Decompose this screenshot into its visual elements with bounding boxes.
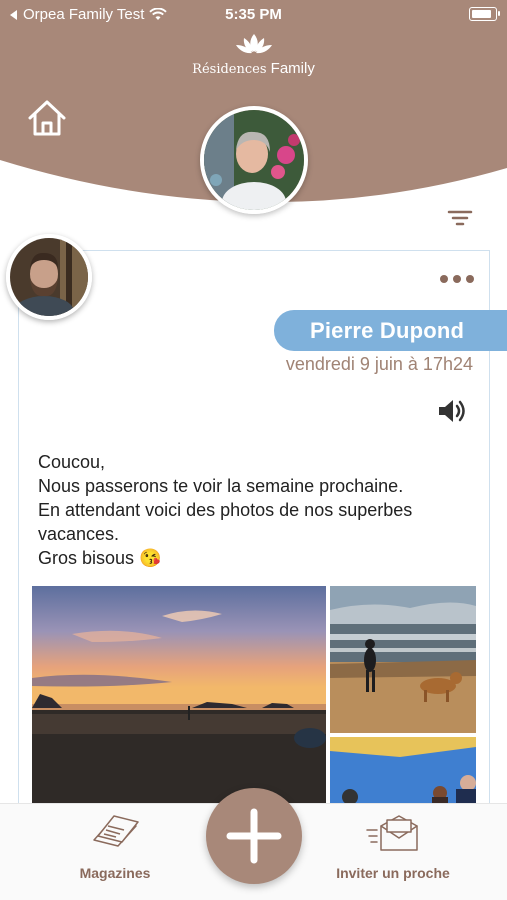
home-icon[interactable]	[26, 98, 68, 138]
author-name: Pierre Dupond	[274, 310, 507, 351]
message-line: Coucou,	[38, 452, 106, 472]
photo-beach-dog[interactable]	[330, 586, 476, 733]
app-logo: Résidences Family	[0, 32, 507, 77]
message-line: Gros bisous	[38, 548, 135, 568]
invite-envelope-icon	[366, 815, 418, 851]
resident-avatar[interactable]	[200, 106, 308, 214]
speaker-icon[interactable]	[436, 396, 470, 426]
tab-magazines-label: Magazines	[79, 865, 151, 881]
photo-sunset[interactable]	[32, 586, 326, 803]
kiss-emoji: 😘	[139, 548, 162, 568]
author-avatar[interactable]	[6, 234, 92, 320]
tab-invite[interactable]: Inviter un proche	[326, 812, 460, 881]
clock: 5:35 PM	[225, 6, 282, 23]
lotus-logo-icon	[235, 34, 272, 54]
post-date: vendredi 9 juin à 17h24	[285, 354, 473, 374]
photo-family[interactable]	[330, 737, 476, 803]
message-line: En attendant voici des photos de nos sup…	[38, 500, 413, 520]
message-line: Nous passerons te voir la semaine procha…	[38, 476, 404, 496]
filter-icon[interactable]	[446, 206, 474, 230]
add-post-button[interactable]	[206, 788, 302, 884]
plus-icon	[226, 808, 282, 864]
battery-icon	[469, 7, 500, 21]
logo-brand: Résidences	[192, 62, 267, 77]
post-message: Coucou, Nous passerons te voir la semain…	[38, 450, 478, 570]
magazines-icon	[93, 815, 139, 847]
logo-product: Family	[270, 60, 315, 77]
message-line: vacances.	[38, 524, 120, 544]
status-bar: Orpea Family Test 5:35 PM	[0, 0, 507, 28]
tab-magazines[interactable]: Magazines	[62, 812, 168, 881]
tab-invite-label: Inviter un proche	[336, 865, 450, 881]
more-dots-icon[interactable]	[440, 270, 480, 288]
